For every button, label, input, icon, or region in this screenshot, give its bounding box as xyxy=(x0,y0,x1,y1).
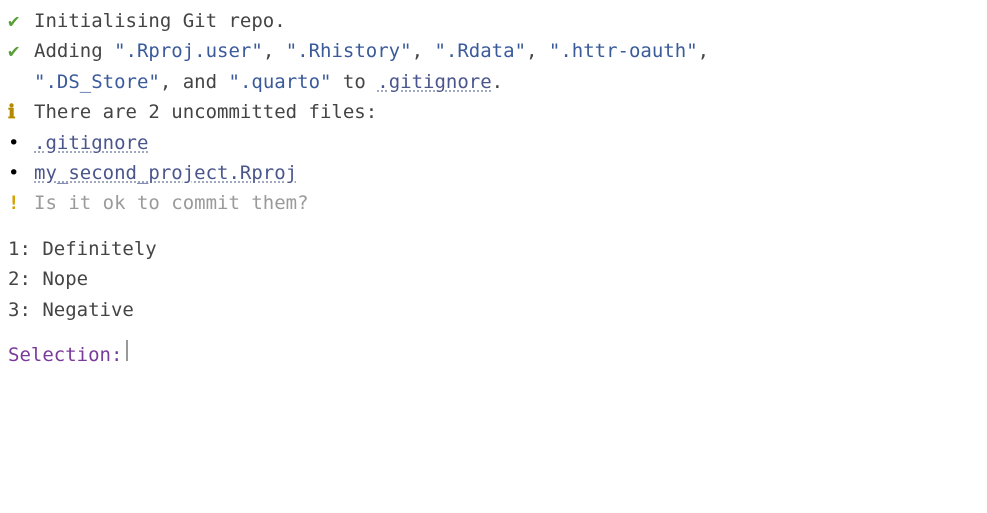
option-1-num: 1: xyxy=(8,238,31,260)
msg-uncommitted: There are 2 uncommitted files: xyxy=(34,97,377,127)
file-1: .gitignore xyxy=(34,128,148,158)
option-1-label: Definitely xyxy=(42,238,156,260)
sep: , xyxy=(526,40,549,62)
adding-post-1: to xyxy=(331,71,377,93)
sep: , xyxy=(412,40,435,62)
msg-uncommitted-line: ℹ There are 2 uncommitted files: xyxy=(8,97,979,127)
msg-question: Is it ok to commit them? xyxy=(34,188,309,218)
adding-item-4: ".DS_Store" xyxy=(34,71,160,93)
file-1-line: • .gitignore xyxy=(8,128,979,158)
adding-item-2: ".Rdata" xyxy=(434,40,526,62)
check-icon: ✔ xyxy=(8,36,34,66)
option-3-line[interactable]: 3: Negative xyxy=(8,295,979,325)
adding-item-1: ".Rhistory" xyxy=(286,40,412,62)
adding-mid: , and xyxy=(160,71,229,93)
file-2: my_second_project.Rproj xyxy=(34,158,297,188)
option-1-line[interactable]: 1: Definitely xyxy=(8,234,979,264)
option-2: 2: Nope xyxy=(8,264,88,294)
adding-item-5: ".quarto" xyxy=(229,71,332,93)
bullet-icon: • xyxy=(8,128,34,158)
option-1: 1: Definitely xyxy=(8,234,157,264)
sep: , xyxy=(698,40,709,62)
option-3: 3: Negative xyxy=(8,295,134,325)
msg-adding-content-1: Adding ".Rproj.user", ".Rhistory", ".Rda… xyxy=(34,36,709,66)
msg-init-line: ✔ Initialising Git repo. xyxy=(8,6,979,36)
spacer xyxy=(8,325,979,340)
msg-question-line: ! Is it ok to commit them? xyxy=(8,188,979,218)
adding-target: .gitignore xyxy=(377,71,491,93)
spacer xyxy=(8,219,979,234)
adding-pre: Adding xyxy=(34,40,114,62)
msg-adding-line-1: ✔ Adding ".Rproj.user", ".Rhistory", ".R… xyxy=(8,36,979,66)
option-2-line[interactable]: 2: Nope xyxy=(8,264,979,294)
msg-adding-line-2: ".DS_Store", and ".quarto" to .gitignore… xyxy=(8,67,979,97)
sep: , xyxy=(263,40,286,62)
option-3-label: Negative xyxy=(42,299,134,321)
info-icon: ℹ xyxy=(8,97,34,127)
bang-icon: ! xyxy=(8,188,34,218)
adding-post-2: . xyxy=(492,71,503,93)
adding-item-3: ".httr-oauth" xyxy=(549,40,698,62)
msg-init: Initialising Git repo. xyxy=(34,6,286,36)
file-2-line: • my_second_project.Rproj xyxy=(8,158,979,188)
selection-prompt-line[interactable]: Selection: xyxy=(8,340,979,370)
adding-item-0: ".Rproj.user" xyxy=(114,40,263,62)
check-icon: ✔ xyxy=(8,6,34,36)
option-2-label: Nope xyxy=(42,268,88,290)
msg-adding-content-2: ".DS_Store", and ".quarto" to .gitignore… xyxy=(34,67,503,97)
option-2-num: 2: xyxy=(8,268,31,290)
text-cursor-icon xyxy=(126,340,128,361)
option-3-num: 3: xyxy=(8,299,31,321)
bullet-icon: • xyxy=(8,158,34,188)
selection-prompt: Selection: xyxy=(8,340,122,370)
